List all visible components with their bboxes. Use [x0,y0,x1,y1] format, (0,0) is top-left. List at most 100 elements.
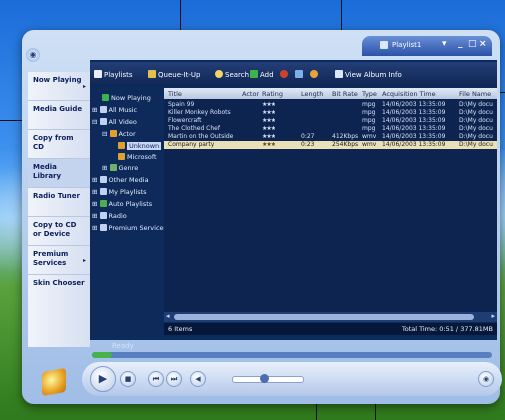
scroll-left-icon[interactable]: ◂ [166,312,170,320]
cell-rating: ★★★ [262,133,276,140]
stop-button[interactable]: ■ [120,371,136,387]
music-icon [99,106,107,113]
volume-knob[interactable] [260,374,269,383]
column-header-acquisition-time[interactable]: Acquisition Time [382,90,436,98]
table-row[interactable]: Flowercraft ★★★ mpg 14/06/2003 13:35:09 D:\M… [164,117,497,125]
minimize-button[interactable]: _ [458,39,463,49]
task-media-library[interactable]: Media Library [28,159,90,188]
cell-file: D:\My docu [459,117,493,124]
column-header-title[interactable]: Title [168,90,182,98]
playlist-icon [380,41,388,49]
list-header: Title Actor Rating Length Bit Rate Type … [164,88,497,99]
cell-title: The Clothed Chef [168,125,220,132]
table-row[interactable]: Company party ★★★ 0:23 254Kbps wmv 14/06/2003… [164,141,497,149]
task-premium-services[interactable]: Premium Services ▸ [28,246,90,275]
delete-icon [280,70,288,78]
queue-icon [148,70,156,78]
tree-item-genre[interactable]: ⊞ Genre [102,164,138,172]
cell-bitrate: 412Kbps [332,133,359,140]
table-row[interactable]: The Clothed Chef ★★★ mpg 14/06/2003 13:35:0… [164,125,497,133]
feature-taskbar: Now Playing ▸ Media Guide Copy from CD Me… [28,72,90,347]
close-button[interactable]: × [479,39,487,49]
media-info-icon [310,70,318,78]
task-skin-chooser[interactable]: Skin Chooser [28,275,90,304]
tree-item-now-playing[interactable]: Now Playing [102,94,151,102]
cell-file: D:\My docu [459,133,493,140]
column-header-type[interactable]: Type [362,90,377,98]
task-copy-from-cd[interactable]: Copy from CD [28,130,90,159]
tree-item-all-music[interactable]: ⊞ All Music [92,106,137,114]
tree-item-other-media[interactable]: ⊞ Other Media [92,176,149,184]
media-info-button[interactable] [310,70,320,79]
play-button[interactable]: ▶ [90,366,116,392]
media-player-window: ◉ Playlist1 ▾ _ □ × Now Playing ▸ Media G… [22,30,502,404]
previous-button[interactable]: ⏮ [148,371,164,387]
app-menu-button[interactable]: ◉ [26,48,40,62]
edit-button[interactable] [295,70,305,79]
tree-item-premium-services[interactable]: ⊞ Premium Services [92,224,167,232]
column-header-rating[interactable]: Rating [262,90,283,98]
tree-item-microsoft[interactable]: Microsoft [118,153,157,161]
add-button[interactable]: Add [250,70,274,79]
tree-item-unknown[interactable]: Unknown [118,142,162,150]
fullscreen-button[interactable]: ◉ [478,371,494,387]
title-dropdown-button[interactable]: ▾ [442,39,447,49]
cell-file: D:\My docu [459,125,493,132]
tree-item-actor[interactable]: ⊟ Actor [102,130,136,138]
view-album-info-button[interactable]: View Album Info [335,70,402,79]
edit-icon [295,70,303,78]
title-bar[interactable]: Playlist1 ▾ _ □ × [362,36,492,56]
delete-button[interactable] [280,70,290,79]
cell-time: 14/06/2003 13:35:09 [382,125,446,132]
person-icon [118,142,125,149]
tree-item-radio[interactable]: ⊞ Radio [92,212,127,220]
library-toolbar: Playlists Queue-It-Up Search Add View Al… [90,62,497,86]
horizontal-scrollbar[interactable]: ◂ ▸ [164,312,497,322]
next-button[interactable]: ⏭ [166,371,182,387]
scroll-thumb[interactable] [174,314,474,320]
tree-item-all-video[interactable]: ⊟ All Video [92,118,137,126]
tree-item-my-playlists[interactable]: ⊞ My Playlists [92,188,147,196]
cell-length: 0:27 [301,133,315,140]
scroll-right-icon[interactable]: ▸ [491,312,495,320]
column-header-file-name[interactable]: File Name [459,90,491,98]
table-row[interactable]: Killer Monkey Robots ★★★ mpg 14/06/2003 13:… [164,109,497,117]
column-header-bitrate[interactable]: Bit Rate [332,90,358,98]
cell-length: 0:23 [301,141,315,148]
cell-type: mpg [362,125,376,132]
queue-button[interactable]: Queue-It-Up [148,70,200,79]
cell-title: Spain 99 [168,101,195,108]
cell-rating: ★★★ [262,141,276,148]
task-radio-tuner[interactable]: Radio Tuner [28,188,90,217]
expand-icon: ⊞ [92,224,100,232]
volume-slider[interactable] [232,374,304,383]
list-status-bar: 6 Items Total Time: 0:51 / 377.81MB [164,323,497,335]
playlists-button[interactable]: Playlists [94,70,133,79]
cell-title: Martin on the Outside [168,133,234,140]
mute-button[interactable]: ◀ [190,371,206,387]
search-button[interactable]: Search [215,70,249,79]
cell-type: mpg [362,101,376,108]
task-now-playing[interactable]: Now Playing ▸ [28,72,90,101]
table-row[interactable]: Spain 99 ★★★ mpg 14/06/2003 13:35:09 D:\My d… [164,101,497,109]
expand-icon: ⊞ [92,176,100,184]
task-copy-to-cd[interactable]: Copy to CD or Device [28,217,90,246]
radio-icon [99,212,107,219]
maximize-button[interactable]: □ [468,39,477,49]
cell-rating: ★★★ [262,125,276,132]
table-row[interactable]: Martin on the Outside ★★★ 0:27 412Kbps wmv 14… [164,133,497,141]
task-media-guide[interactable]: Media Guide [28,101,90,130]
library-content: Playlists Queue-It-Up Search Add View Al… [90,60,497,340]
cell-type: wmv [362,141,377,148]
cell-file: D:\My docu [459,101,493,108]
seek-bar[interactable] [92,352,492,358]
chevron-right-icon: ▸ [82,257,86,264]
cell-type: mpg [362,117,376,124]
collapse-icon: ⊟ [102,130,110,138]
column-header-length[interactable]: Length [301,90,323,98]
chevron-right-icon: ▸ [82,83,86,90]
column-header-actor[interactable]: Actor [242,90,259,98]
tree-item-auto-playlists[interactable]: ⊞ Auto Playlists [92,200,152,208]
cell-rating: ★★★ [262,109,276,116]
cell-bitrate: 254Kbps [332,141,359,148]
